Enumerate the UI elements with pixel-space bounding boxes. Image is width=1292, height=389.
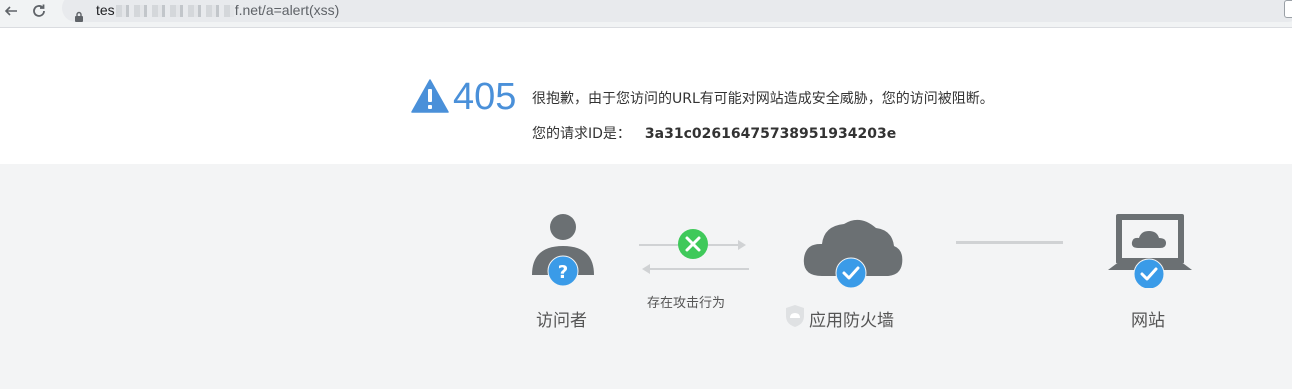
reload-icon[interactable] <box>28 0 50 22</box>
visitor-icon: ? <box>532 214 594 287</box>
website-label: 网站 <box>1131 311 1165 331</box>
shield-icon <box>785 304 805 332</box>
error-code-block: 405 <box>411 76 516 119</box>
url-blurred-region <box>115 5 234 18</box>
connector-line <box>956 241 1063 244</box>
svg-text:?: ? <box>558 262 568 283</box>
laptop-icon <box>1108 214 1192 290</box>
url-prefix: tes <box>96 2 115 18</box>
attack-arrows <box>636 228 752 276</box>
back-arrow-icon[interactable] <box>0 0 22 22</box>
request-id-value: 3a31c02616475738951934203e <box>644 126 897 142</box>
visitor-node: ? <box>530 212 596 288</box>
firewall-node <box>800 212 904 289</box>
request-id-line: 您的请求ID是： 3a31c02616475738951934203e <box>532 123 896 143</box>
visitor-label: 访问者 <box>536 311 587 331</box>
cloud-icon <box>803 219 903 289</box>
block-diagram: ? 访问者 存在攻击行为 应用防火墙 网站 <box>0 164 1292 389</box>
firewall-label-group: 应用防火墙 <box>785 304 894 332</box>
lock-icon[interactable] <box>74 7 84 26</box>
extension-icon[interactable] <box>1284 0 1292 18</box>
address-bar[interactable]: tes f.net/a=alert(xss) <box>62 0 1292 22</box>
firewall-label: 应用防火墙 <box>809 310 894 331</box>
attack-label: 存在攻击行为 <box>647 296 726 311</box>
warning-icon <box>411 78 449 117</box>
browser-toolbar: tes f.net/a=alert(xss) <box>0 0 1292 28</box>
blocked-x-icon <box>678 229 708 259</box>
error-message: 很抱歉，由于您访问的URL有可能对网站造成安全威胁，您的访问被阻断。 <box>532 91 994 107</box>
website-node <box>1106 212 1196 290</box>
error-code: 405 <box>453 76 517 118</box>
error-header: 405 很抱歉，由于您访问的URL有可能对网站造成安全威胁，您的访问被阻断。 您… <box>0 28 1292 164</box>
url-suffix: f.net/a=alert(xss) <box>234 2 340 18</box>
url-text: tes f.net/a=alert(xss) <box>96 2 339 18</box>
request-id-label: 您的请求ID是： <box>532 126 631 142</box>
